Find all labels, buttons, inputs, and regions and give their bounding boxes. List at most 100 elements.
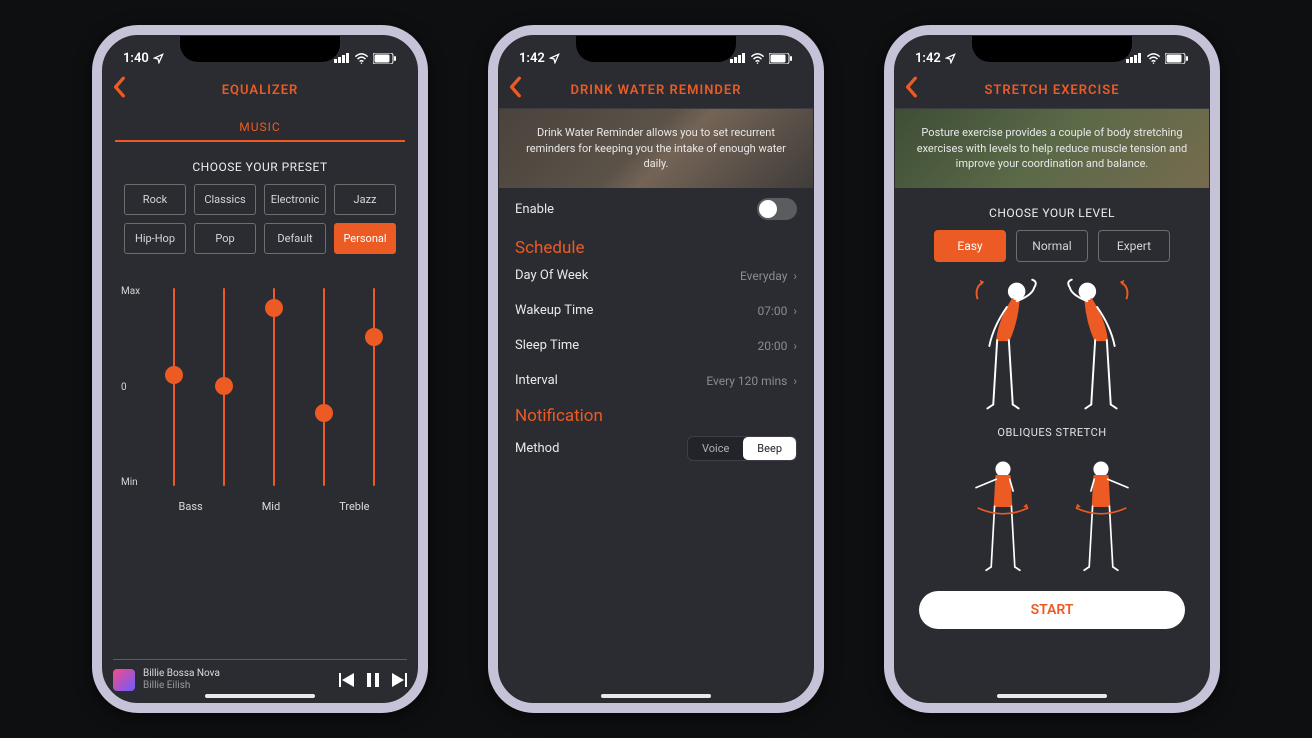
preset-jazz[interactable]: Jazz — [334, 184, 396, 215]
next-track-icon[interactable] — [391, 673, 407, 687]
method-segmented[interactable]: Voice Beep — [687, 436, 797, 461]
exercise-twist-figure — [895, 459, 1209, 577]
status-time: 1:40 — [123, 51, 149, 66]
track-title: Billie Bossa Nova — [143, 668, 331, 680]
label: Day Of Week — [515, 268, 588, 283]
preset-classics[interactable]: Classics — [194, 184, 256, 215]
preset-default[interactable]: Default — [264, 223, 326, 254]
slider-treble[interactable] — [364, 282, 384, 492]
hero-banner: Posture exercise provides a couple of bo… — [895, 108, 1209, 188]
preset-grid: Rock Classics Electronic Jazz Hip-Hop Po… — [103, 184, 417, 254]
level-normal[interactable]: Normal — [1016, 230, 1088, 262]
back-button[interactable] — [905, 76, 919, 98]
chevron-right-icon: › — [793, 304, 797, 318]
slider-label-mid: Mid — [262, 500, 280, 513]
value: Everyday — [740, 269, 787, 283]
hero-banner: Drink Water Reminder allows you to set r… — [499, 108, 813, 188]
page-title: EQUALIZER — [222, 83, 299, 98]
eq-label-min: Min — [121, 477, 149, 488]
wifi-icon — [750, 53, 765, 64]
now-playing-bar: Billie Bossa Nova Billie Eilish — [113, 659, 407, 692]
preset-pop[interactable]: Pop — [194, 223, 256, 254]
phone-water-reminder: 1:42 DRINK WATER REMINDER Drink Water Re… — [488, 25, 824, 713]
home-indicator[interactable] — [205, 694, 315, 698]
eq-label-mid: 0 — [121, 382, 149, 393]
chevron-right-icon: › — [793, 339, 797, 353]
pause-icon[interactable] — [367, 673, 379, 687]
chevron-right-icon: › — [793, 374, 797, 388]
phone-stretch-exercise: 1:42 STRETCH EXERCISE Posture exercise p… — [884, 25, 1220, 713]
page-title: STRETCH EXERCISE — [984, 83, 1119, 98]
preset-heading: CHOOSE YOUR PRESET — [103, 160, 417, 174]
start-button[interactable]: START — [919, 591, 1185, 629]
eq-label-max: Max — [121, 286, 149, 297]
back-button[interactable] — [509, 76, 523, 98]
enable-label: Enable — [515, 202, 554, 217]
chevron-left-icon — [509, 76, 523, 98]
label: Wakeup Time — [515, 303, 593, 318]
prev-track-icon[interactable] — [339, 673, 355, 687]
wifi-icon — [354, 53, 369, 64]
row-sleep-time[interactable]: Sleep Time 20:00 › — [499, 328, 813, 363]
track-artist: Billie Eilish — [143, 680, 331, 692]
slider-mid[interactable] — [264, 282, 284, 492]
hero-text: Drink Water Reminder allows you to set r… — [515, 125, 797, 171]
preset-rock[interactable]: Rock — [124, 184, 186, 215]
label: Sleep Time — [515, 338, 579, 353]
preset-personal[interactable]: Personal — [334, 223, 396, 254]
method-label: Method — [515, 441, 559, 456]
row-method: Method Voice Beep — [499, 426, 813, 471]
header: DRINK WATER REMINDER — [499, 72, 813, 108]
home-indicator[interactable] — [997, 694, 1107, 698]
label: Interval — [515, 373, 558, 388]
slider-2[interactable] — [214, 282, 234, 492]
battery-icon — [769, 53, 793, 64]
location-icon — [945, 53, 956, 64]
method-option-beep[interactable]: Beep — [743, 437, 796, 460]
wifi-icon — [1146, 53, 1161, 64]
value: 07:00 — [758, 304, 788, 318]
equalizer-area: Max 0 Min — [121, 282, 399, 492]
exercise-obliques-figure — [895, 276, 1209, 416]
level-easy[interactable]: Easy — [934, 230, 1006, 262]
notch — [972, 36, 1132, 62]
level-row: Easy Normal Expert — [895, 230, 1209, 262]
slider-bass[interactable] — [164, 282, 184, 492]
hero-text: Posture exercise provides a couple of bo… — [911, 125, 1193, 171]
twist-figure-right-icon — [1062, 459, 1140, 577]
method-option-voice[interactable]: Voice — [688, 437, 743, 460]
chevron-right-icon: › — [793, 269, 797, 283]
tab-music[interactable]: MUSIC — [115, 114, 405, 142]
schedule-title: Schedule — [499, 230, 813, 258]
battery-icon — [373, 53, 397, 64]
enable-toggle[interactable] — [757, 198, 797, 220]
level-heading: CHOOSE YOUR LEVEL — [895, 206, 1209, 220]
value: Every 120 mins — [706, 374, 787, 388]
level-expert[interactable]: Expert — [1098, 230, 1170, 262]
row-interval[interactable]: Interval Every 120 mins › — [499, 363, 813, 398]
battery-icon — [1165, 53, 1189, 64]
stretch-figure-left-icon — [964, 276, 1042, 416]
chevron-left-icon — [905, 76, 919, 98]
status-time: 1:42 — [519, 51, 545, 66]
back-button[interactable] — [113, 76, 127, 98]
home-indicator[interactable] — [601, 694, 711, 698]
stretch-figure-right-icon — [1062, 276, 1140, 416]
row-day-of-week[interactable]: Day Of Week Everyday › — [499, 258, 813, 293]
twist-figure-left-icon — [964, 459, 1042, 577]
page-title: DRINK WATER REMINDER — [571, 83, 742, 98]
row-enable: Enable — [499, 188, 813, 230]
header: EQUALIZER — [103, 72, 417, 108]
preset-hiphop[interactable]: Hip-Hop — [124, 223, 186, 254]
value: 20:00 — [758, 339, 788, 353]
notch — [576, 36, 736, 62]
slider-4[interactable] — [314, 282, 334, 492]
music-app-icon — [113, 669, 135, 691]
preset-electronic[interactable]: Electronic — [264, 184, 326, 215]
tab-strip: MUSIC — [103, 108, 417, 142]
slider-label-bass: Bass — [179, 500, 203, 513]
chevron-left-icon — [113, 76, 127, 98]
header: STRETCH EXERCISE — [895, 72, 1209, 108]
row-wakeup-time[interactable]: Wakeup Time 07:00 › — [499, 293, 813, 328]
status-time: 1:42 — [915, 51, 941, 66]
